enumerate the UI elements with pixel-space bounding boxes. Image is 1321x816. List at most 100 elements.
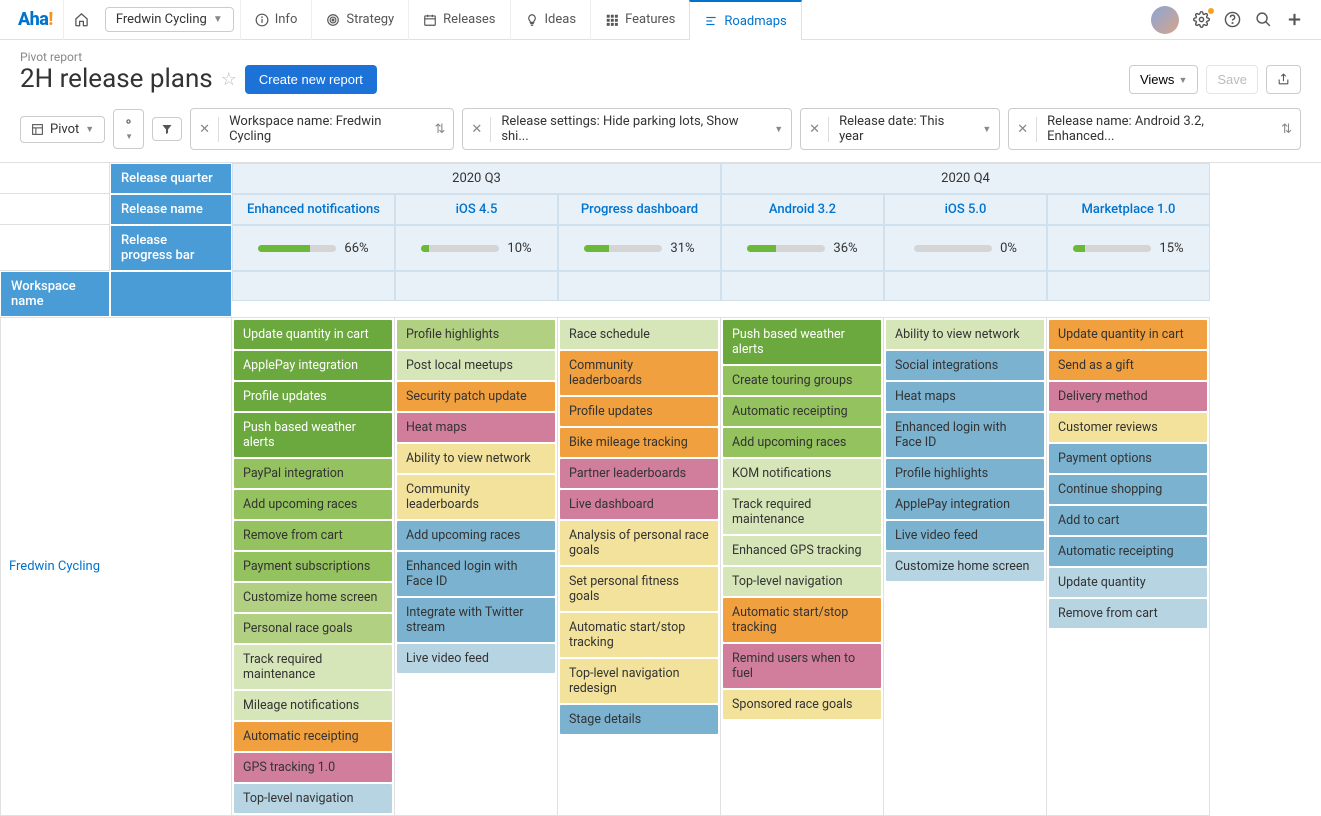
views-button[interactable]: Views ▼ xyxy=(1129,65,1198,94)
feature-item[interactable]: Heat maps xyxy=(397,413,555,442)
feature-item[interactable]: Enhanced login with Face ID xyxy=(397,552,555,596)
search-icon[interactable] xyxy=(1255,11,1272,28)
feature-item[interactable]: Send as a gift xyxy=(1049,351,1207,380)
release-header[interactable]: iOS 4.5 xyxy=(395,194,558,225)
feature-item[interactable]: Add upcoming races xyxy=(723,428,881,457)
feature-item[interactable]: Update quantity in cart xyxy=(1049,320,1207,349)
feature-item[interactable]: Automatic receipting xyxy=(723,397,881,426)
feature-item[interactable]: Enhanced GPS tracking xyxy=(723,536,881,565)
feature-item[interactable]: Continue shopping xyxy=(1049,475,1207,504)
feature-item[interactable]: Top-level navigation redesign xyxy=(560,659,718,703)
filter-release-name[interactable]: ✕ Release name: Android 3.2, Enhanced...… xyxy=(1008,108,1301,150)
feature-item[interactable]: GPS tracking 1.0 xyxy=(234,753,392,782)
feature-item[interactable]: Community leaderboards xyxy=(397,475,555,519)
feature-item[interactable]: Remind users when to fuel xyxy=(723,644,881,688)
pivot-layout-button[interactable]: Pivot ▼ xyxy=(20,116,105,143)
star-icon[interactable]: ☆ xyxy=(221,69,237,90)
feature-item[interactable]: ApplePay integration xyxy=(886,490,1044,519)
home-icon[interactable] xyxy=(63,0,99,40)
release-header[interactable]: Enhanced notifications xyxy=(232,194,395,225)
feature-item[interactable]: Customize home screen xyxy=(234,583,392,612)
feature-item[interactable]: Ability to view network xyxy=(886,320,1044,349)
feature-item[interactable]: Top-level navigation xyxy=(723,567,881,596)
feature-item[interactable]: Enhanced login with Face ID xyxy=(886,413,1044,457)
release-header[interactable]: iOS 5.0 xyxy=(884,194,1047,225)
feature-item[interactable]: PayPal integration xyxy=(234,459,392,488)
feature-item[interactable]: Community leaderboards xyxy=(560,351,718,395)
save-button[interactable]: Save xyxy=(1206,65,1258,94)
feature-item[interactable]: Payment subscriptions xyxy=(234,552,392,581)
feature-item[interactable]: Social integrations xyxy=(886,351,1044,380)
filter-release-settings[interactable]: ✕ Release settings: Hide parking lots, S… xyxy=(462,108,792,150)
filter-release-date[interactable]: ✕ Release date: This year ▼ xyxy=(800,108,1000,150)
tab-strategy[interactable]: Strategy xyxy=(311,0,408,40)
filter-workspace[interactable]: ✕ Workspace name: Fredwin Cycling ⇅ xyxy=(190,108,454,150)
feature-item[interactable]: Race schedule xyxy=(560,320,718,349)
feature-item[interactable]: Track required maintenance xyxy=(234,645,392,689)
feature-item[interactable]: Live dashboard xyxy=(560,490,718,519)
plus-icon[interactable] xyxy=(1286,11,1303,28)
feature-item[interactable]: Add upcoming races xyxy=(234,490,392,519)
feature-item[interactable]: Track required maintenance xyxy=(723,490,881,534)
feature-item[interactable]: Create touring groups xyxy=(723,366,881,395)
feature-item[interactable]: Profile highlights xyxy=(397,320,555,349)
feature-item[interactable]: KOM notifications xyxy=(723,459,881,488)
close-icon[interactable]: ✕ xyxy=(191,117,219,142)
settings-gear-icon[interactable]: ▼ xyxy=(113,109,144,149)
feature-item[interactable]: Stage details xyxy=(560,705,718,734)
feature-item[interactable]: Partner leaderboards xyxy=(560,459,718,488)
close-icon[interactable]: ✕ xyxy=(1009,117,1037,142)
close-icon[interactable]: ✕ xyxy=(463,117,491,142)
feature-item[interactable]: Mileage notifications xyxy=(234,691,392,720)
feature-item[interactable]: ApplePay integration xyxy=(234,351,392,380)
tab-ideas[interactable]: Ideas xyxy=(510,0,591,40)
feature-item[interactable]: Add to cart xyxy=(1049,506,1207,535)
help-icon[interactable] xyxy=(1224,11,1241,28)
feature-item[interactable]: Push based weather alerts xyxy=(234,413,392,457)
tab-roadmaps[interactable]: Roadmaps xyxy=(689,0,801,40)
release-header[interactable]: Android 3.2 xyxy=(721,194,884,225)
feature-item[interactable]: Post local meetups xyxy=(397,351,555,380)
feature-item[interactable]: Automatic start/stop tracking xyxy=(560,613,718,657)
workspace-row-label[interactable]: Fredwin Cycling xyxy=(0,317,232,816)
avatar[interactable] xyxy=(1151,6,1179,34)
feature-item[interactable]: Automatic start/stop tracking xyxy=(723,598,881,642)
share-icon[interactable] xyxy=(1266,65,1301,94)
create-report-button[interactable]: Create new report xyxy=(245,65,377,94)
feature-item[interactable]: Add upcoming races xyxy=(397,521,555,550)
feature-item[interactable]: Automatic receipting xyxy=(234,722,392,751)
feature-item[interactable]: Update quantity xyxy=(1049,568,1207,597)
tab-features[interactable]: Features xyxy=(590,0,689,40)
workspace-selector[interactable]: Fredwin Cycling ▼ xyxy=(105,7,234,32)
feature-item[interactable]: Profile highlights xyxy=(886,459,1044,488)
feature-item[interactable]: Payment options xyxy=(1049,444,1207,473)
feature-item[interactable]: Heat maps xyxy=(886,382,1044,411)
feature-item[interactable]: Remove from cart xyxy=(1049,599,1207,628)
feature-item[interactable]: Live video feed xyxy=(397,644,555,673)
tab-info[interactable]: Info xyxy=(240,0,312,40)
feature-item[interactable]: Remove from cart xyxy=(234,521,392,550)
feature-item[interactable]: Update quantity in cart xyxy=(234,320,392,349)
feature-item[interactable]: Ability to view network xyxy=(397,444,555,473)
close-icon[interactable]: ✕ xyxy=(801,117,829,142)
release-header[interactable]: Marketplace 1.0 xyxy=(1047,194,1210,225)
feature-item[interactable]: Customer reviews xyxy=(1049,413,1207,442)
feature-item[interactable]: Push based weather alerts xyxy=(723,320,881,364)
feature-item[interactable]: Bike mileage tracking xyxy=(560,428,718,457)
feature-item[interactable]: Delivery method xyxy=(1049,382,1207,411)
feature-item[interactable]: Live video feed xyxy=(886,521,1044,550)
gear-icon[interactable] xyxy=(1193,11,1210,28)
release-header[interactable]: Progress dashboard xyxy=(558,194,721,225)
feature-item[interactable]: Integrate with Twitter stream xyxy=(397,598,555,642)
feature-item[interactable]: Set personal fitness goals xyxy=(560,567,718,611)
tab-releases[interactable]: Releases xyxy=(408,0,509,40)
feature-item[interactable]: Automatic receipting xyxy=(1049,537,1207,566)
filter-funnel-icon[interactable] xyxy=(152,117,182,141)
feature-item[interactable]: Security patch update xyxy=(397,382,555,411)
feature-item[interactable]: Profile updates xyxy=(234,382,392,411)
feature-item[interactable]: Top-level navigation xyxy=(234,784,392,813)
feature-item[interactable]: Profile updates xyxy=(560,397,718,426)
feature-item[interactable]: Sponsored race goals xyxy=(723,690,881,719)
feature-item[interactable]: Customize home screen xyxy=(886,552,1044,581)
feature-item[interactable]: Analysis of personal race goals xyxy=(560,521,718,565)
